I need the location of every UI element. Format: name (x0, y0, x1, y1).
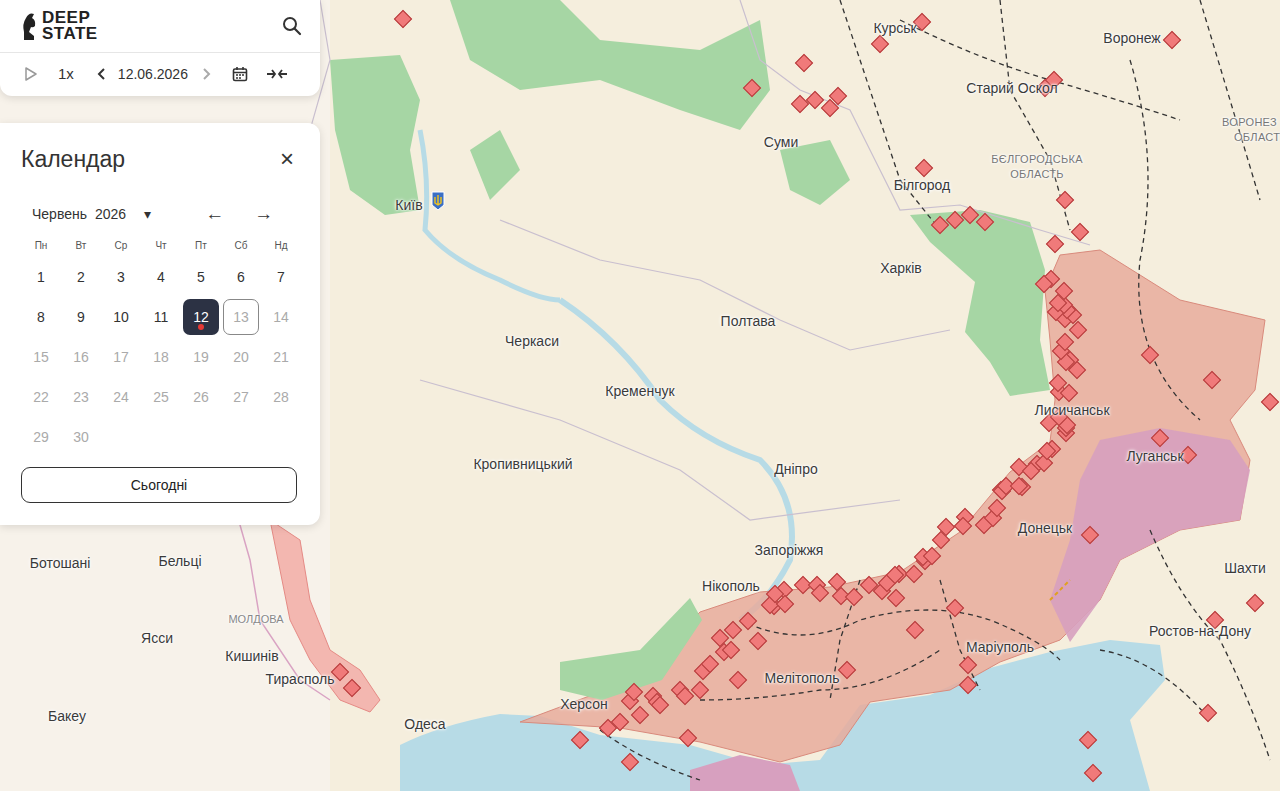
calendar-day: 14 (263, 299, 299, 335)
calendar-day: 21 (263, 339, 299, 375)
city-label: Кишинів (225, 648, 278, 664)
city-label: Херсон (560, 696, 608, 712)
speed-button[interactable]: 1x (58, 65, 74, 82)
calendar-day: 24 (103, 379, 139, 415)
weekday-label: Ср (101, 237, 141, 255)
city-label: Донецьк (1018, 520, 1072, 536)
calendar-title: Календар (21, 146, 125, 173)
calendar-grid: ПнВтСрЧтПтСбНд12345678910111213141516171… (21, 237, 298, 457)
calendar-icon[interactable] (232, 66, 248, 82)
next-day-icon[interactable] (202, 67, 212, 81)
calendar-day: 16 (63, 339, 99, 375)
city-label: Полтава (721, 313, 776, 329)
city-label: Маріуполь (966, 639, 1034, 655)
calendar-day: 30 (63, 419, 99, 455)
city-label: Дніпро (774, 461, 817, 477)
month-label[interactable]: Червень (32, 206, 87, 222)
next-month-button[interactable]: → (254, 203, 273, 225)
city-label: Білгород (894, 177, 951, 193)
weekday-label: Вт (61, 237, 101, 255)
city-label: Нікополь (702, 578, 760, 594)
city-label: Бельці (158, 553, 201, 569)
country-label: МОЛДОВА (228, 613, 283, 625)
logo-word[interactable]: DEEP (42, 10, 98, 26)
play-icon[interactable] (24, 66, 38, 82)
city-label: Старий Оскол (966, 80, 1057, 96)
calendar-day: 13 (223, 299, 259, 335)
city-label: Воронеж (1103, 30, 1160, 46)
calendar-day: 25 (143, 379, 179, 415)
calendar-day: 29 (23, 419, 59, 455)
city-label: Бакеу (48, 708, 86, 724)
month-selector: Червень 2026 ▾ ← → (21, 203, 298, 225)
weekday-label: Пт (181, 237, 221, 255)
calendar-day: 17 (103, 339, 139, 375)
year-dropdown[interactable]: ▾ (144, 206, 151, 222)
knight-logo-icon[interactable] (20, 10, 38, 42)
city-label: Черкаси (505, 333, 559, 349)
calendar-panel: Календар×Червень2026▾←→ПнВтСрЧтПтСбНд123… (0, 123, 320, 525)
city-label: Кропивницький (473, 456, 572, 472)
city-label: Харків (880, 260, 922, 276)
calendar-day[interactable]: 7 (263, 259, 299, 295)
city-label: Ботошані (30, 555, 91, 571)
region-label: ОБЛАСТЬ (1010, 168, 1064, 180)
city-label: Одеса (404, 716, 445, 732)
weekday-label: Нд (261, 237, 301, 255)
calendar-day[interactable]: 9 (63, 299, 99, 335)
close-button[interactable]: × (280, 145, 298, 173)
city-label: Лисичанськ (1034, 402, 1109, 418)
calendar-day[interactable]: 10 (103, 299, 139, 335)
calendar-day: 15 (23, 339, 59, 375)
logo-word[interactable]: STATE (42, 26, 98, 42)
city-label: Запоріжжя (755, 542, 824, 558)
weekday-label: Чт (141, 237, 181, 255)
search-icon[interactable] (282, 16, 302, 36)
prev-day-icon[interactable] (96, 67, 106, 81)
calendar-day: 26 (183, 379, 219, 415)
calendar-day[interactable]: 4 (143, 259, 179, 295)
city-label: Шахти (1224, 560, 1266, 576)
city-label: Суми (764, 134, 798, 150)
region-label: БЄЛГОРОДСЬКА (991, 153, 1083, 165)
calendar-day[interactable]: 2 (63, 259, 99, 295)
city-label: Ростов-на-Дону (1149, 623, 1251, 639)
region-label: ОБЛАСТ (1234, 131, 1280, 143)
weekday-label: Сб (221, 237, 261, 255)
calendar-day: 28 (263, 379, 299, 415)
calendar-day[interactable]: 1 (23, 259, 59, 295)
city-label: Кременчук (605, 383, 674, 399)
calendar-day: 19 (183, 339, 219, 375)
weekday-label: Пн (21, 237, 61, 255)
compare-icon[interactable] (266, 66, 288, 82)
event-dot-icon (198, 324, 204, 330)
calendar-day: 27 (223, 379, 259, 415)
year-label[interactable]: 2026 (95, 206, 126, 222)
header: DEEPSTATE (0, 0, 320, 53)
logo[interactable]: DEEPSTATE (20, 10, 98, 42)
calendar-day[interactable]: 5 (183, 259, 219, 295)
playback-controls: 1x 12.06.2026 (0, 53, 320, 96)
city-label: Київ (395, 197, 422, 213)
calendar-day: 23 (63, 379, 99, 415)
calendar-day[interactable]: 8 (23, 299, 59, 335)
calendar-day[interactable]: 3 (103, 259, 139, 295)
calendar-day: 22 (23, 379, 59, 415)
region-label: ВОРОНЕЗ (1222, 116, 1277, 128)
date-display[interactable]: 12.06.2026 (118, 66, 188, 82)
toolbar: DEEPSTATE 1x 12.06.2026 (0, 0, 320, 96)
city-label: Луганськ (1126, 448, 1183, 464)
calendar-day: 20 (223, 339, 259, 375)
calendar-day[interactable]: 6 (223, 259, 259, 295)
city-label: Мелітополь (765, 670, 840, 686)
today-button[interactable]: Сьогодні (21, 467, 297, 503)
calendar-day[interactable]: 12 (183, 299, 219, 335)
city-label: Тирасполь (266, 671, 335, 687)
prev-month-button[interactable]: ← (205, 203, 224, 225)
calendar-day[interactable]: 11 (143, 299, 179, 335)
city-label: Ясси (141, 630, 173, 646)
calendar-day: 18 (143, 339, 179, 375)
city-label: Курськ (873, 20, 916, 36)
kyiv-emblem-icon (431, 191, 445, 211)
